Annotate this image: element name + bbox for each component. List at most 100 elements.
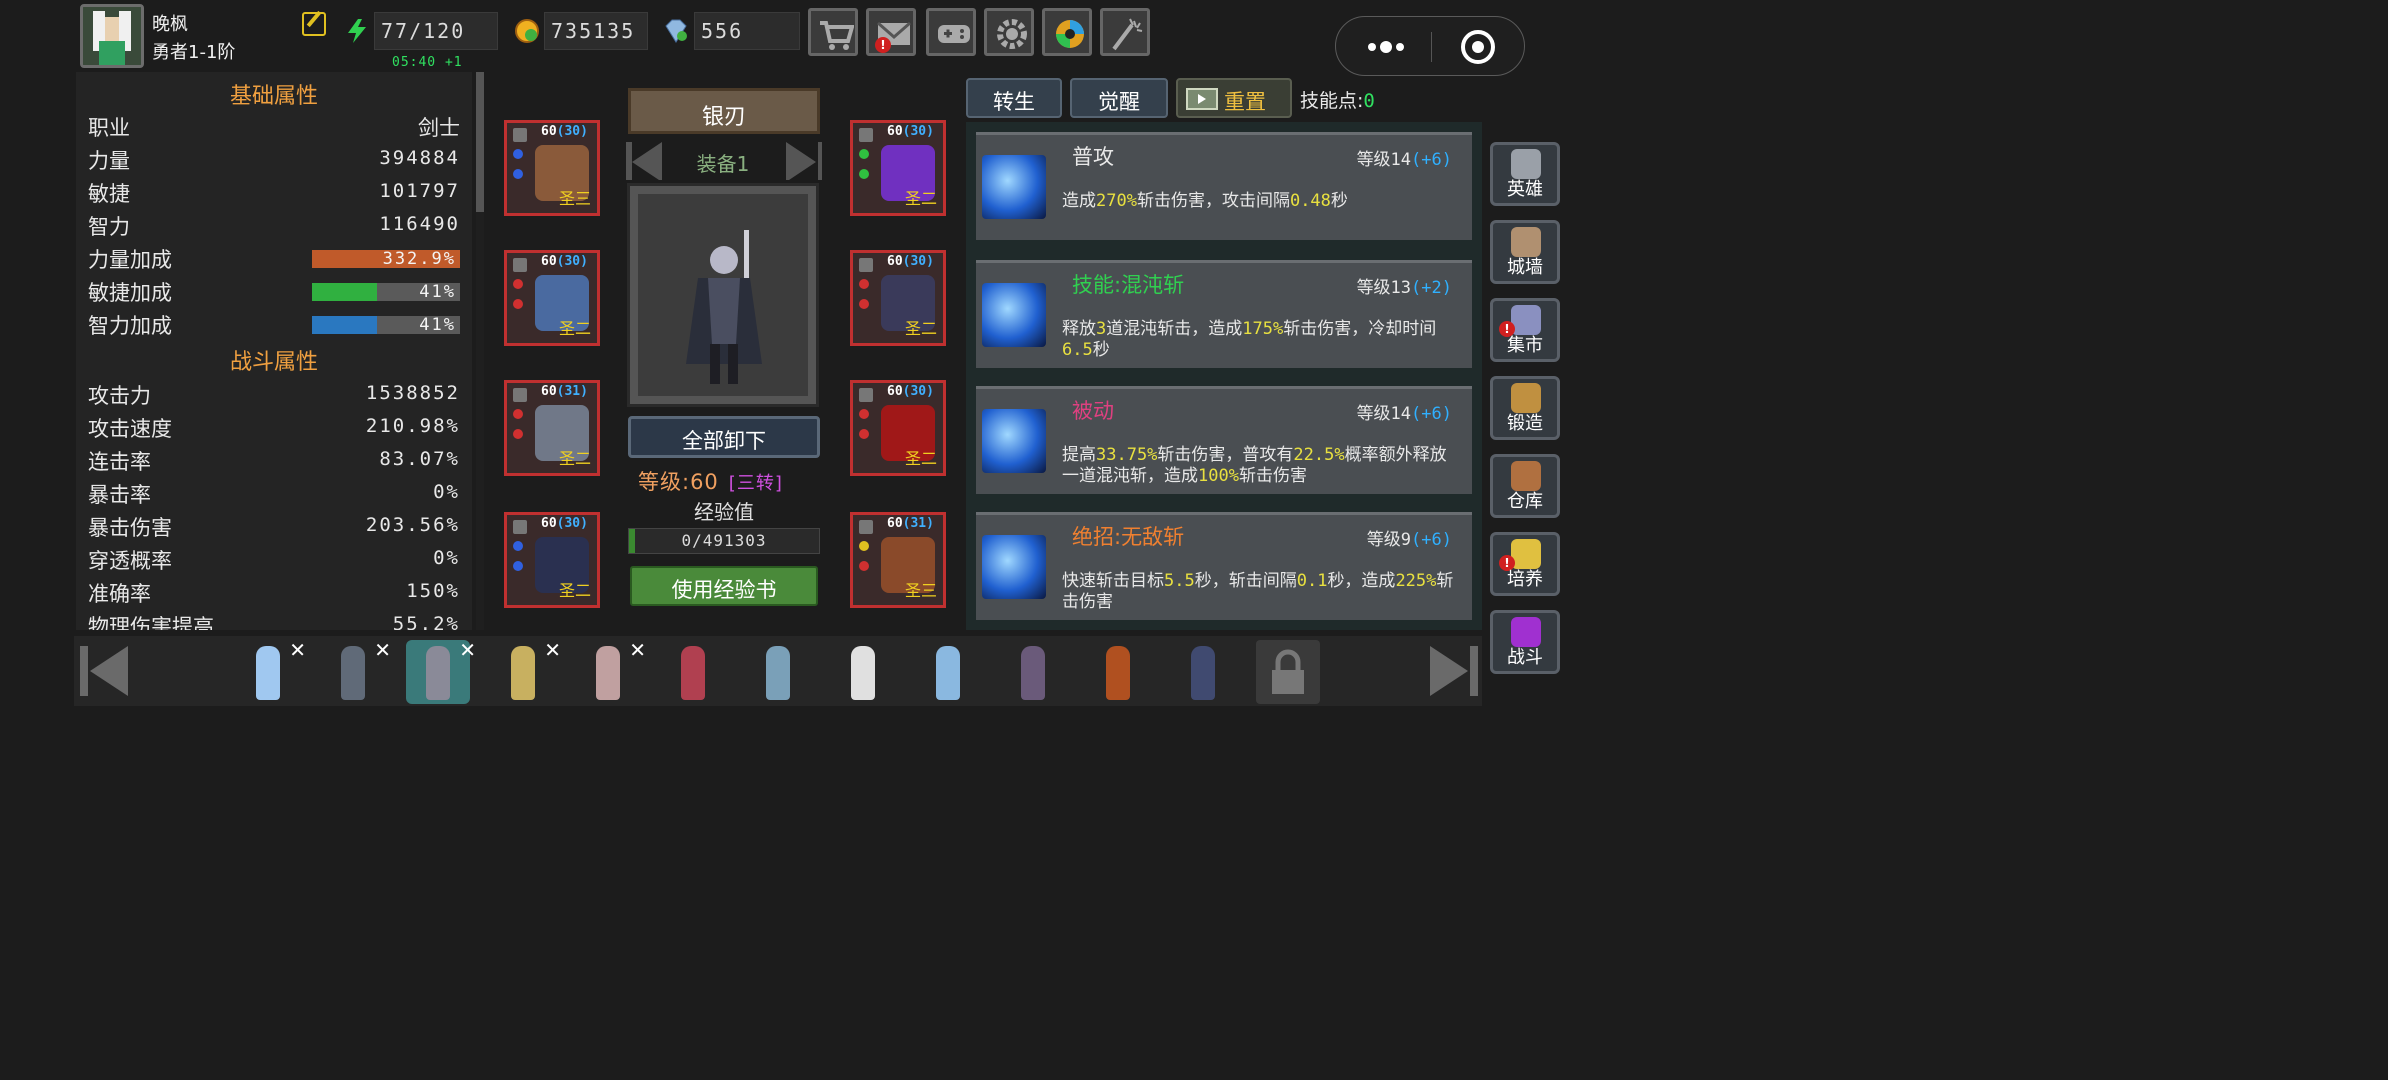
skill-points-value: 0 xyxy=(1363,90,1375,112)
combat-stat-label: 暴击率 xyxy=(88,483,151,507)
mail-alert-badge: ! xyxy=(875,37,891,53)
use-exp-book-button[interactable]: 使用经验书 xyxy=(630,566,818,606)
bonus-stat-row: 智力加成 41% xyxy=(88,310,460,340)
hero-bar-next-arrow-icon[interactable] xyxy=(1424,642,1482,700)
lock-icon[interactable] xyxy=(513,520,527,534)
skill-card[interactable]: 绝招:无敌斩 等级9(+6) 快速斩击目标5.5秒，斩击间隔0.1秒，造成225%斩… xyxy=(976,512,1472,620)
hero-slot[interactable] xyxy=(661,640,725,704)
base-stat-value: 116490 xyxy=(379,213,460,235)
settings-button[interactable] xyxy=(984,8,1034,56)
equipment-slot[interactable]: 60(30) 圣二 xyxy=(504,250,600,346)
equipment-slot[interactable]: 60(30) 圣二 xyxy=(850,120,946,216)
lock-icon[interactable] xyxy=(513,258,527,272)
aperture-button[interactable] xyxy=(1042,8,1092,56)
edit-name-icon[interactable] xyxy=(302,12,326,36)
hero-slot[interactable]: ✕ xyxy=(236,638,306,704)
stats-scrollbar[interactable] xyxy=(476,72,484,630)
equipment-slot[interactable]: 60(30) 圣三 xyxy=(504,120,600,216)
skill-points-label: 技能点: xyxy=(1300,90,1364,112)
side-menu-chest[interactable]: 仓库 xyxy=(1490,454,1560,518)
combat-stat-value: 0% xyxy=(433,481,460,503)
equipment-slot[interactable]: 60(31) 圣三 xyxy=(850,512,946,608)
hero-deployed-x-icon: ✕ xyxy=(459,638,476,662)
diamond-icon xyxy=(665,19,687,43)
equipment-level: 60(30) xyxy=(541,254,588,269)
side-menu-wall[interactable]: 城墙 xyxy=(1490,220,1560,284)
hero-slot-locked[interactable] xyxy=(1256,640,1320,704)
hero-slot[interactable] xyxy=(831,640,895,704)
combat-stat-label: 物理伤害提高 xyxy=(88,615,214,630)
gold-coin-icon xyxy=(515,19,539,43)
equipment-slot[interactable]: 60(30) 圣二 xyxy=(850,380,946,476)
side-menu-portal[interactable]: 战斗 xyxy=(1490,610,1560,674)
lock-icon[interactable] xyxy=(859,128,873,142)
skill-slash-icon xyxy=(982,535,1046,599)
exp-label: 经验值 xyxy=(694,500,754,524)
prev-set-arrow-icon[interactable] xyxy=(624,140,664,180)
hero-slot[interactable]: ✕ xyxy=(491,638,561,704)
hero-slot[interactable]: ✕ xyxy=(406,638,476,704)
fireworks-button[interactable] xyxy=(1100,8,1150,56)
equipment-level-bonus: (30) xyxy=(902,254,934,269)
gem-socket-icon xyxy=(513,561,523,571)
tab-rebirth[interactable]: 转生 xyxy=(966,78,1062,118)
hero-slot[interactable] xyxy=(916,640,980,704)
hero-slot[interactable] xyxy=(1171,640,1235,704)
equipment-slot[interactable]: 60(31) 圣二 xyxy=(504,380,600,476)
skill-desc-segment: 秒，造成 xyxy=(1327,571,1396,591)
lock-icon[interactable] xyxy=(513,128,527,142)
hero-slot[interactable] xyxy=(746,640,810,704)
tab-awaken[interactable]: 觉醒 xyxy=(1070,78,1168,118)
equipment-slot[interactable]: 60(30) 圣二 xyxy=(504,512,600,608)
skill-name: 被动 xyxy=(1072,399,1114,423)
hero-sprite xyxy=(936,646,960,700)
bonus-stat-value: 332.9% xyxy=(382,249,456,269)
skill-card[interactable]: 被动 等级14(+6) 提高33.75%斩击伤害，普攻有22.5%概率额外释放一道混… xyxy=(976,386,1472,494)
base-stat-row: 敏捷 101797 xyxy=(88,178,460,208)
hero-slot[interactable]: ✕ xyxy=(321,638,391,704)
equipment-slot[interactable]: 60(30) 圣二 xyxy=(850,250,946,346)
bonus-stat-value: 41% xyxy=(419,282,456,302)
equipment-level-bonus: (30) xyxy=(902,124,934,139)
tab-awaken-label: 觉醒 xyxy=(1098,90,1140,114)
player-avatar[interactable] xyxy=(80,4,144,68)
next-set-arrow-icon[interactable] xyxy=(782,140,822,180)
skill-level: 等级13(+2) xyxy=(1357,273,1452,298)
skill-card[interactable]: 技能:混沌斩 等级13(+2) 释放3道混沌斩击，造成175%斩击伤害，冷却时间 6.… xyxy=(976,260,1472,368)
skill-level-value: 等级14 xyxy=(1356,150,1412,170)
combat-stat-row: 物理伤害提高 55.2% xyxy=(88,611,460,630)
stats-scrollbar-thumb[interactable] xyxy=(476,72,484,212)
lock-icon[interactable] xyxy=(859,388,873,402)
hero-slot[interactable]: ✕ xyxy=(576,638,646,704)
equipment-set-name: 装备1 xyxy=(696,152,750,176)
combat-stat-value: 210.98% xyxy=(365,415,460,437)
more-menu-icon[interactable] xyxy=(1366,39,1406,55)
lock-icon[interactable] xyxy=(513,388,527,402)
shop-cart-button[interactable] xyxy=(808,8,858,56)
base-stat-row: 智力 116490 xyxy=(88,211,460,241)
gamepad-button[interactable] xyxy=(926,8,976,56)
bonus-stat-bar: 41% xyxy=(312,282,460,302)
equipment-level-value: 60 xyxy=(541,516,557,531)
gem-socket-icon xyxy=(859,299,869,309)
hero-slot[interactable] xyxy=(1086,640,1150,704)
lock-icon[interactable] xyxy=(859,520,873,534)
mail-button[interactable]: ! xyxy=(866,8,916,56)
aperture-icon xyxy=(1056,20,1084,48)
hero-slot[interactable] xyxy=(1001,640,1065,704)
side-menu-helmet[interactable]: 英雄 xyxy=(1490,142,1560,206)
side-menu-chalice[interactable]: ! 培养 xyxy=(1490,532,1560,596)
close-target-icon[interactable] xyxy=(1460,29,1496,65)
gem-socket-icon xyxy=(513,429,523,439)
equipment-level: 60(30) xyxy=(887,254,934,269)
equipment-level-value: 60 xyxy=(887,124,903,139)
side-menu-anvil[interactable]: 锻造 xyxy=(1490,376,1560,440)
hero-bar-prev-arrow-icon[interactable] xyxy=(76,642,134,700)
side-menu-market[interactable]: ! 集市 xyxy=(1490,298,1560,362)
skill-card[interactable]: 普攻 等级14(+6) 造成270%斩击伤害，攻击间隔0.48秒 xyxy=(976,132,1472,240)
lock-icon[interactable] xyxy=(859,258,873,272)
reset-skills-button[interactable]: 重置 xyxy=(1176,78,1292,118)
unequip-all-button[interactable]: 全部卸下 xyxy=(628,416,820,458)
player-rank: 勇者1-1阶 xyxy=(152,42,236,63)
gem-socket-icon xyxy=(859,169,869,179)
